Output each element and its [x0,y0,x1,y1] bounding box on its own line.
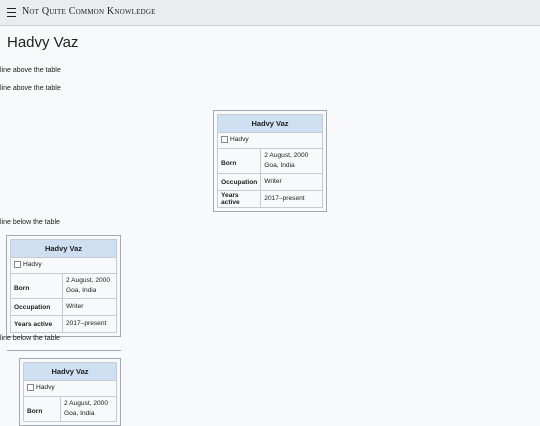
born-value: 2 August, 2000 Goa, India [60,396,117,422]
occupation-label: Occupation [216,173,262,191]
site-title[interactable]: Not Quite Common Knowledge [22,6,156,17]
line-above-table-2: line above the table [0,85,61,92]
broken-image-icon [14,261,21,268]
infobox-title: Hadvy Vaz [23,362,117,381]
image-alt-text: Hadvy [23,261,42,268]
born-label: Born [23,396,61,422]
born-value: 2 August, 2000 Goa, India [260,148,323,174]
broken-image-icon [27,384,34,391]
broken-image-icon [221,136,228,143]
occupation-value: Writer [62,298,117,316]
infobox-left: Hadvy Vaz Hadvy Born 2 August, 2000 Goa, … [6,235,121,337]
infobox-title: Hadvy Vaz [10,239,117,258]
image-alt-text: Hadvy [36,384,55,391]
page-title: Hadvy Vaz [7,34,79,51]
infobox-image: Hadvy [23,380,117,397]
line-below-table-1: line below the table [0,219,60,226]
infobox-centered: Hadvy Vaz Hadvy Born 2 August, 2000 Goa, … [213,110,327,212]
born-value: 2 August, 2000 Goa, India [62,273,117,299]
image-alt-text: Hadvy [230,136,249,143]
infobox-image: Hadvy [217,132,323,149]
years-active-value: 2017–present [260,190,323,208]
infobox-title: Hadvy Vaz [217,114,323,133]
years-active-label: Years active [216,190,262,208]
born-label: Born [216,148,262,174]
occupation-value: Writer [260,173,323,191]
years-active-label: Years active [10,315,63,333]
years-active-value: 2017–present [62,315,117,333]
infobox-partial: Hadvy Vaz Hadvy Born 2 August, 2000 Goa, … [19,358,121,426]
line-below-table-2: line below the table [0,335,60,342]
horizontal-rule [7,350,121,351]
occupation-label: Occupation [10,298,63,316]
infobox-image: Hadvy [10,257,117,274]
top-bar: Not Quite Common Knowledge [0,0,540,26]
born-label: Born [10,273,63,299]
line-above-table-1: line above the table [0,67,61,74]
hamburger-icon[interactable] [7,8,16,17]
